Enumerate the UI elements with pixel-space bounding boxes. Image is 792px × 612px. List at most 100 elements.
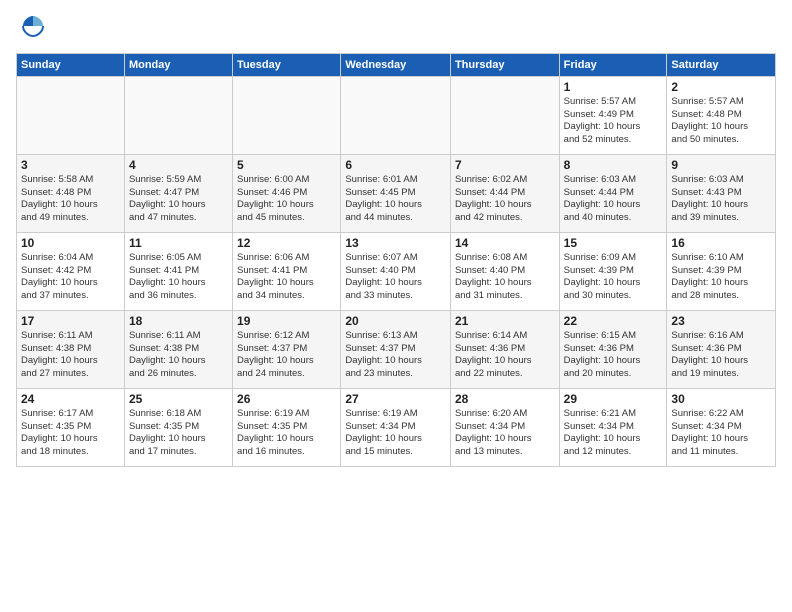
calendar-cell: 29 Sunrise: 6:21 AM Sunset: 4:34 PM Dayli… xyxy=(559,388,667,466)
day-info: Sunrise: 5:57 AM Sunset: 4:48 PM Dayligh… xyxy=(671,96,771,147)
calendar-cell xyxy=(17,76,125,154)
day-info: Sunrise: 6:11 AM Sunset: 4:38 PM Dayligh… xyxy=(129,330,228,381)
day-info: Sunrise: 6:09 AM Sunset: 4:39 PM Dayligh… xyxy=(564,252,663,303)
weekday-header: Saturday xyxy=(667,53,776,76)
calendar-cell: 10 Sunrise: 6:04 AM Sunset: 4:42 PM Dayli… xyxy=(17,232,125,310)
day-info: Sunrise: 6:22 AM Sunset: 4:34 PM Dayligh… xyxy=(671,408,771,459)
day-info: Sunrise: 6:14 AM Sunset: 4:36 PM Dayligh… xyxy=(455,330,555,381)
day-number: 15 xyxy=(564,236,663,250)
day-info: Sunrise: 5:59 AM Sunset: 4:47 PM Dayligh… xyxy=(129,174,228,225)
calendar-cell: 16Sunrise: 6:10 AM Sunset: 4:39 PM Dayli… xyxy=(667,232,776,310)
day-number: 5 xyxy=(237,158,336,172)
day-number: 13 xyxy=(345,236,446,250)
calendar-cell: 2 Sunrise: 5:57 AM Sunset: 4:48 PM Daylig… xyxy=(667,76,776,154)
weekday-header: Friday xyxy=(559,53,667,76)
weekday-header: Wednesday xyxy=(341,53,451,76)
weekday-header: Sunday xyxy=(17,53,125,76)
calendar-cell: 6Sunrise: 6:01 AM Sunset: 4:45 PM Daylig… xyxy=(341,154,451,232)
day-number: 29 xyxy=(564,392,663,406)
calendar-cell xyxy=(450,76,559,154)
calendar-cell: 8 Sunrise: 6:03 AM Sunset: 4:44 PM Daylig… xyxy=(559,154,667,232)
day-info: Sunrise: 6:07 AM Sunset: 4:40 PM Dayligh… xyxy=(345,252,446,303)
day-info: Sunrise: 6:08 AM Sunset: 4:40 PM Dayligh… xyxy=(455,252,555,303)
day-info: Sunrise: 6:18 AM Sunset: 4:35 PM Dayligh… xyxy=(129,408,228,459)
day-number: 24 xyxy=(21,392,120,406)
day-number: 1 xyxy=(564,80,663,94)
day-info: Sunrise: 6:04 AM Sunset: 4:42 PM Dayligh… xyxy=(21,252,120,303)
day-info: Sunrise: 6:20 AM Sunset: 4:34 PM Dayligh… xyxy=(455,408,555,459)
day-number: 26 xyxy=(237,392,336,406)
day-number: 21 xyxy=(455,314,555,328)
day-info: Sunrise: 6:03 AM Sunset: 4:44 PM Dayligh… xyxy=(564,174,663,225)
day-info: Sunrise: 6:00 AM Sunset: 4:46 PM Dayligh… xyxy=(237,174,336,225)
calendar-cell: 7 Sunrise: 6:02 AM Sunset: 4:44 PM Daylig… xyxy=(450,154,559,232)
calendar-cell: 27 Sunrise: 6:19 AM Sunset: 4:34 PM Dayli… xyxy=(341,388,451,466)
calendar-cell: 14Sunrise: 6:08 AM Sunset: 4:40 PM Dayli… xyxy=(450,232,559,310)
day-number: 27 xyxy=(345,392,446,406)
calendar-header: SundayMondayTuesdayWednesdayThursdayFrid… xyxy=(17,53,776,76)
day-info: Sunrise: 6:06 AM Sunset: 4:41 PM Dayligh… xyxy=(237,252,336,303)
day-number: 4 xyxy=(129,158,228,172)
day-info: Sunrise: 6:21 AM Sunset: 4:34 PM Dayligh… xyxy=(564,408,663,459)
calendar-cell: 28 Sunrise: 6:20 AM Sunset: 4:34 PM Dayli… xyxy=(450,388,559,466)
calendar-cell xyxy=(233,76,341,154)
logo xyxy=(16,12,47,45)
day-info: Sunrise: 6:19 AM Sunset: 4:35 PM Dayligh… xyxy=(237,408,336,459)
calendar-cell: 4 Sunrise: 5:59 AM Sunset: 4:47 PM Daylig… xyxy=(124,154,232,232)
day-number: 25 xyxy=(129,392,228,406)
day-number: 28 xyxy=(455,392,555,406)
calendar-cell: 3 Sunrise: 5:58 AM Sunset: 4:48 PM Daylig… xyxy=(17,154,125,232)
day-number: 10 xyxy=(21,236,120,250)
day-number: 16 xyxy=(671,236,771,250)
day-number: 17 xyxy=(21,314,120,328)
day-info: Sunrise: 6:17 AM Sunset: 4:35 PM Dayligh… xyxy=(21,408,120,459)
day-number: 20 xyxy=(345,314,446,328)
calendar-cell: 13 Sunrise: 6:07 AM Sunset: 4:40 PM Dayli… xyxy=(341,232,451,310)
calendar-cell: 19 Sunrise: 6:12 AM Sunset: 4:37 PM Dayli… xyxy=(233,310,341,388)
calendar-cell: 23 Sunrise: 6:16 AM Sunset: 4:36 PM Dayli… xyxy=(667,310,776,388)
day-number: 30 xyxy=(671,392,771,406)
day-info: Sunrise: 6:13 AM Sunset: 4:37 PM Dayligh… xyxy=(345,330,446,381)
day-info: Sunrise: 6:16 AM Sunset: 4:36 PM Dayligh… xyxy=(671,330,771,381)
calendar-cell xyxy=(341,76,451,154)
weekday-row: SundayMondayTuesdayWednesdayThursdayFrid… xyxy=(17,53,776,76)
day-number: 7 xyxy=(455,158,555,172)
calendar: SundayMondayTuesdayWednesdayThursdayFrid… xyxy=(16,53,776,467)
calendar-cell: 18Sunrise: 6:11 AM Sunset: 4:38 PM Dayli… xyxy=(124,310,232,388)
day-number: 22 xyxy=(564,314,663,328)
day-info: Sunrise: 6:03 AM Sunset: 4:43 PM Dayligh… xyxy=(671,174,771,225)
calendar-cell: 12Sunrise: 6:06 AM Sunset: 4:41 PM Dayli… xyxy=(233,232,341,310)
calendar-cell: 5 Sunrise: 6:00 AM Sunset: 4:46 PM Daylig… xyxy=(233,154,341,232)
day-number: 9 xyxy=(671,158,771,172)
calendar-cell: 30 Sunrise: 6:22 AM Sunset: 4:34 PM Dayli… xyxy=(667,388,776,466)
calendar-week-row: 24 Sunrise: 6:17 AM Sunset: 4:35 PM Dayli… xyxy=(17,388,776,466)
day-number: 19 xyxy=(237,314,336,328)
calendar-cell: 26 Sunrise: 6:19 AM Sunset: 4:35 PM Dayli… xyxy=(233,388,341,466)
day-info: Sunrise: 6:12 AM Sunset: 4:37 PM Dayligh… xyxy=(237,330,336,381)
calendar-cell: 11 Sunrise: 6:05 AM Sunset: 4:41 PM Dayli… xyxy=(124,232,232,310)
day-number: 6 xyxy=(345,158,446,172)
calendar-cell: 21 Sunrise: 6:14 AM Sunset: 4:36 PM Dayli… xyxy=(450,310,559,388)
calendar-cell: 25 Sunrise: 6:18 AM Sunset: 4:35 PM Dayli… xyxy=(124,388,232,466)
calendar-week-row: 1 Sunrise: 5:57 AM Sunset: 4:49 PM Daylig… xyxy=(17,76,776,154)
day-info: Sunrise: 6:19 AM Sunset: 4:34 PM Dayligh… xyxy=(345,408,446,459)
calendar-week-row: 17 Sunrise: 6:11 AM Sunset: 4:38 PM Dayli… xyxy=(17,310,776,388)
day-info: Sunrise: 6:02 AM Sunset: 4:44 PM Dayligh… xyxy=(455,174,555,225)
page: SundayMondayTuesdayWednesdayThursdayFrid… xyxy=(0,0,792,612)
calendar-week-row: 10 Sunrise: 6:04 AM Sunset: 4:42 PM Dayli… xyxy=(17,232,776,310)
weekday-header: Monday xyxy=(124,53,232,76)
day-info: Sunrise: 5:57 AM Sunset: 4:49 PM Dayligh… xyxy=(564,96,663,147)
calendar-week-row: 3 Sunrise: 5:58 AM Sunset: 4:48 PM Daylig… xyxy=(17,154,776,232)
logo-icon xyxy=(19,12,47,40)
day-info: Sunrise: 5:58 AM Sunset: 4:48 PM Dayligh… xyxy=(21,174,120,225)
day-number: 2 xyxy=(671,80,771,94)
day-info: Sunrise: 6:05 AM Sunset: 4:41 PM Dayligh… xyxy=(129,252,228,303)
day-info: Sunrise: 6:11 AM Sunset: 4:38 PM Dayligh… xyxy=(21,330,120,381)
day-number: 23 xyxy=(671,314,771,328)
calendar-cell: 1 Sunrise: 5:57 AM Sunset: 4:49 PM Daylig… xyxy=(559,76,667,154)
day-number: 8 xyxy=(564,158,663,172)
day-number: 11 xyxy=(129,236,228,250)
weekday-header: Tuesday xyxy=(233,53,341,76)
calendar-cell: 24 Sunrise: 6:17 AM Sunset: 4:35 PM Dayli… xyxy=(17,388,125,466)
day-number: 3 xyxy=(21,158,120,172)
